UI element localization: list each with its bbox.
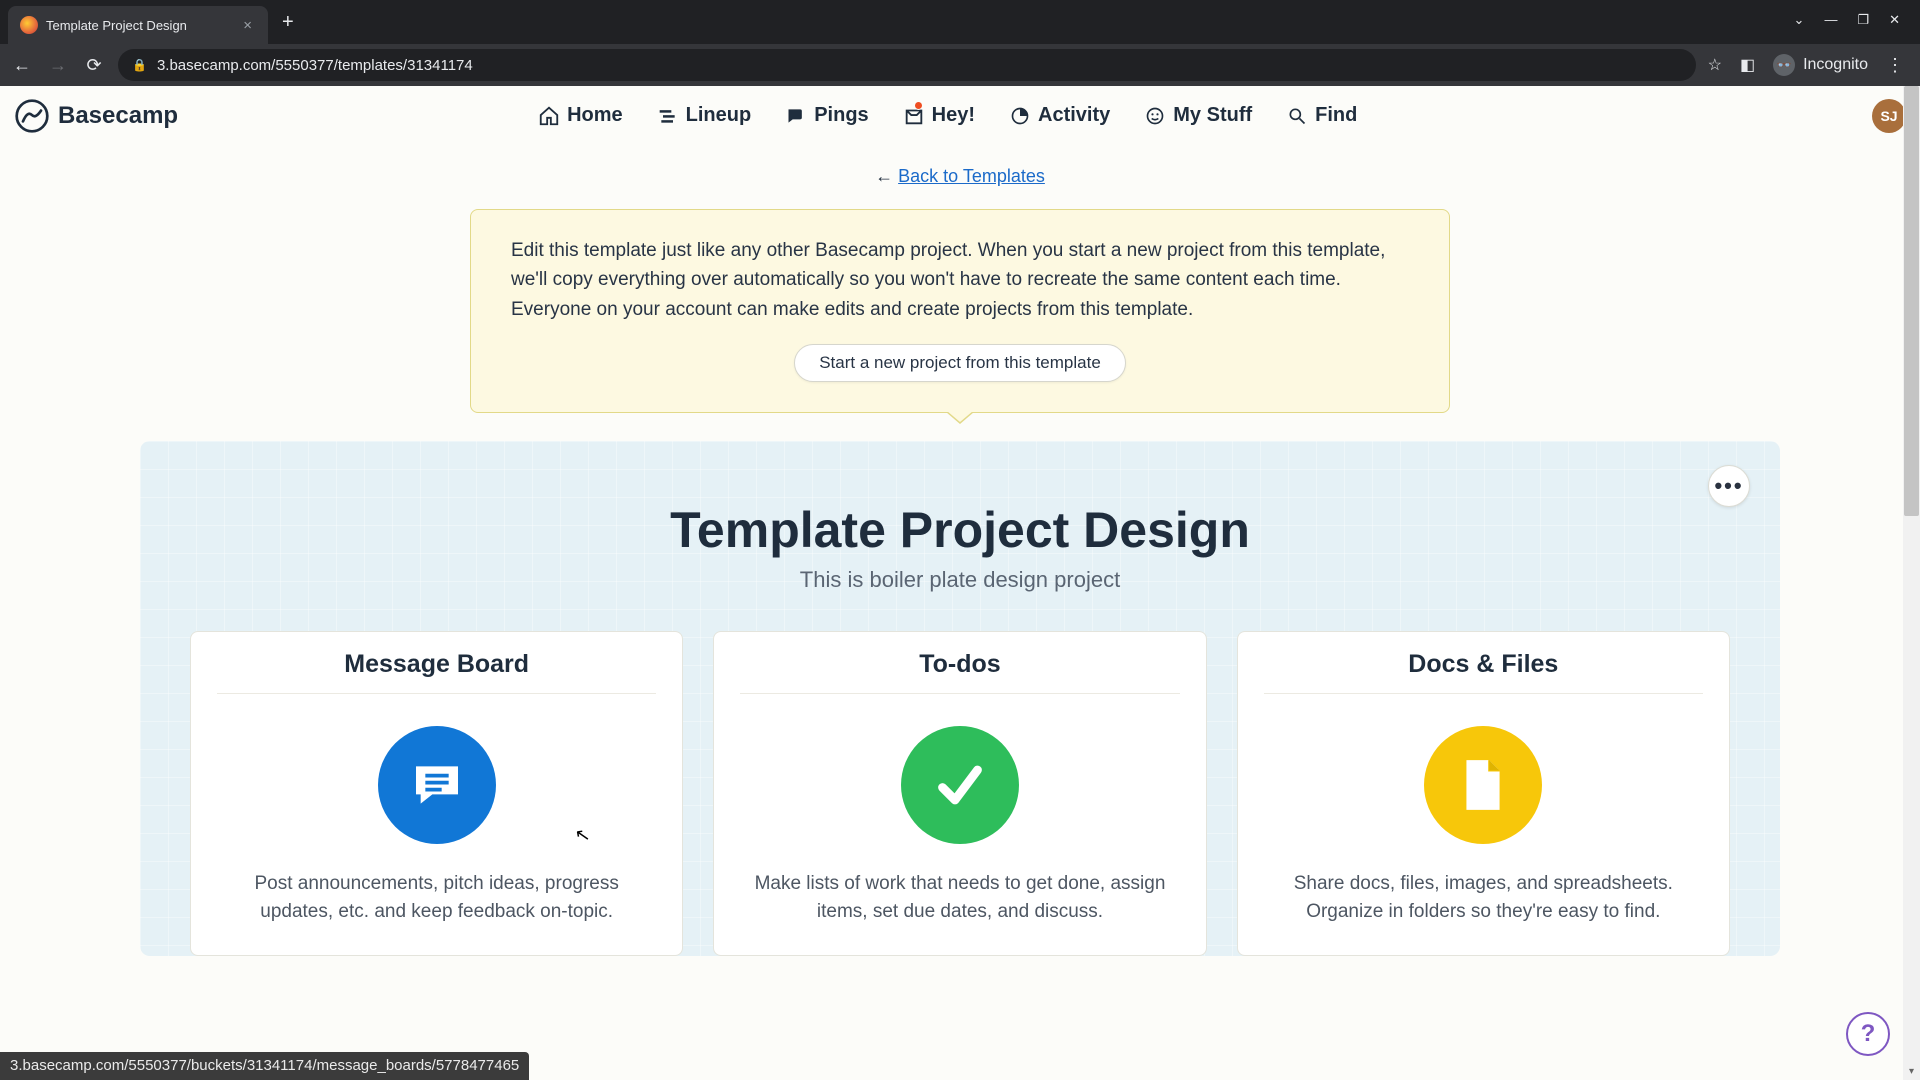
home-icon [538, 105, 560, 127]
lock-icon: 🔒 [132, 58, 147, 72]
close-window-icon[interactable]: ✕ [1889, 12, 1900, 28]
template-notice: Edit this template just like any other B… [470, 209, 1450, 413]
new-tab-button[interactable]: + [282, 11, 294, 34]
incognito-badge[interactable]: 👓 Incognito [1773, 54, 1868, 76]
minimize-icon[interactable]: ― [1824, 12, 1837, 28]
nav-home[interactable]: Home [538, 104, 623, 127]
mystuff-icon [1144, 105, 1166, 127]
back-button[interactable]: ← [10, 55, 34, 76]
back-link[interactable]: Back to Templates [898, 166, 1045, 186]
notification-dot-icon [914, 101, 923, 110]
nav-label: Find [1315, 104, 1357, 127]
forward-button[interactable]: → [46, 55, 70, 76]
pings-icon [785, 105, 807, 127]
maximize-icon[interactable]: ❐ [1857, 12, 1869, 28]
search-icon [1286, 105, 1308, 127]
browser-tab[interactable]: Template Project Design × [8, 6, 268, 44]
url-text: 3.basecamp.com/5550377/templates/3134117… [157, 57, 473, 74]
avatar[interactable]: SJ [1872, 99, 1906, 133]
template-subtitle: This is boiler plate design project [190, 567, 1730, 593]
card-desc: Make lists of work that needs to get don… [740, 870, 1179, 925]
close-tab-icon[interactable]: × [239, 17, 256, 34]
template-panel: ••• Template Project Design This is boil… [140, 441, 1780, 956]
nav-label: Activity [1038, 104, 1110, 127]
app-nav: Basecamp Home Lineup Pings Hey! [0, 86, 1920, 146]
card-message-board[interactable]: Message Board Post announcements, pitch … [190, 631, 683, 956]
reload-button[interactable]: ⟳ [82, 55, 106, 76]
back-arrow: ← [875, 166, 898, 186]
tab-overview-icon[interactable]: ⌄ [1794, 12, 1805, 28]
nav-mystuff[interactable]: My Stuff [1144, 104, 1252, 127]
nav-label: Home [567, 104, 623, 127]
scrollbar-thumb[interactable] [1904, 86, 1919, 516]
scrollbar-track[interactable]: ▴ ▾ [1903, 86, 1920, 1080]
message-board-icon [378, 726, 496, 844]
notice-text: Edit this template just like any other B… [511, 236, 1409, 324]
back-to-templates: ← Back to Templates [0, 166, 1920, 187]
help-label: ? [1861, 1020, 1876, 1048]
scroll-down-icon[interactable]: ▾ [1903, 1063, 1920, 1080]
nav-activity[interactable]: Activity [1009, 104, 1110, 127]
card-title: Message Board [217, 650, 656, 694]
status-bar-link: 3.basecamp.com/5550377/buckets/31341174/… [0, 1052, 529, 1080]
template-title: Template Project Design [190, 501, 1730, 559]
extensions-icon[interactable]: ◧ [1740, 55, 1755, 75]
more-options-button[interactable]: ••• [1708, 465, 1750, 507]
nav-label: My Stuff [1173, 104, 1252, 127]
card-docs-files[interactable]: Docs & Files Share docs, files, images, … [1237, 631, 1730, 956]
browser-tab-strip: Template Project Design × + ⌄ ― ❐ ✕ [0, 0, 1920, 44]
favicon-icon [20, 16, 38, 34]
nav-label: Hey! [932, 104, 975, 127]
incognito-label: Incognito [1803, 56, 1868, 74]
todos-icon [901, 726, 1019, 844]
nav-hey[interactable]: Hey! [903, 104, 975, 127]
activity-icon [1009, 105, 1031, 127]
page-content: ▴ ▾ Basecamp Home Lineup Pings [0, 86, 1920, 1080]
incognito-icon: 👓 [1773, 54, 1795, 76]
docs-files-icon [1424, 726, 1542, 844]
notice-arrow-icon [946, 412, 974, 424]
start-project-button[interactable]: Start a new project from this template [794, 344, 1126, 382]
basecamp-logo[interactable]: Basecamp [14, 98, 178, 134]
card-desc: Post announcements, pitch ideas, progres… [217, 870, 656, 925]
address-bar-row: ← → ⟳ 🔒 3.basecamp.com/5550377/templates… [0, 44, 1920, 86]
window-controls: ⌄ ― ❐ ✕ [1774, 0, 1920, 40]
basecamp-logo-icon [14, 98, 50, 134]
nav-label: Lineup [686, 104, 752, 127]
browser-menu-icon[interactable]: ⋮ [1886, 55, 1904, 76]
help-button[interactable]: ? [1846, 1012, 1890, 1056]
avatar-initials: SJ [1880, 108, 1897, 124]
logo-text: Basecamp [58, 102, 178, 130]
card-title: Docs & Files [1264, 650, 1703, 694]
hey-icon [903, 105, 925, 127]
card-desc: Share docs, files, images, and spreadshe… [1264, 870, 1703, 925]
address-bar[interactable]: 🔒 3.basecamp.com/5550377/templates/31341… [118, 49, 1696, 81]
card-todos[interactable]: To-dos Make lists of work that needs to … [713, 631, 1206, 956]
tab-title: Template Project Design [46, 18, 231, 33]
nav-lineup[interactable]: Lineup [657, 104, 752, 127]
card-title: To-dos [740, 650, 1179, 694]
bookmark-icon[interactable]: ☆ [1708, 55, 1722, 75]
nav-pings[interactable]: Pings [785, 104, 868, 127]
nav-find[interactable]: Find [1286, 104, 1357, 127]
nav-label: Pings [814, 104, 868, 127]
lineup-icon [657, 105, 679, 127]
